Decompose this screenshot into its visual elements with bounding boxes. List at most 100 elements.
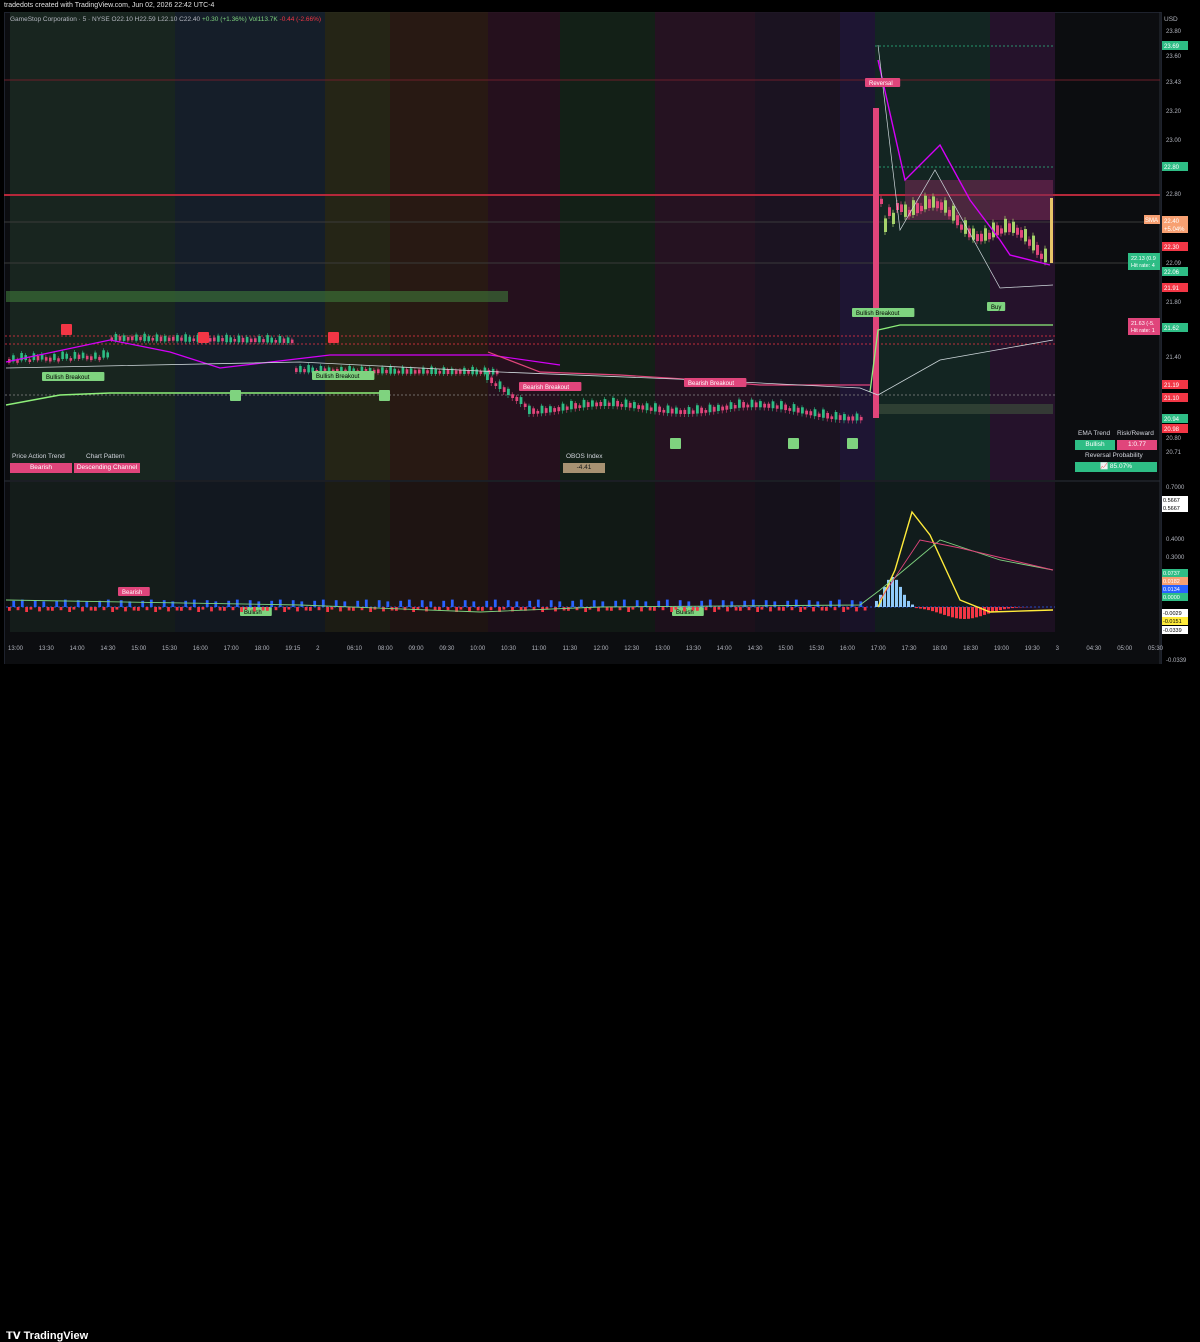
candle [704, 410, 707, 413]
candle [553, 408, 556, 412]
signal-marker-3[interactable] [230, 390, 241, 401]
time-tick: 16:00 [193, 646, 209, 652]
candle [238, 336, 241, 343]
osc-bar [614, 601, 617, 607]
osc-bar [275, 607, 278, 610]
osc-bar [507, 600, 510, 607]
candle [730, 402, 733, 409]
candle [402, 367, 405, 374]
osc-bar [666, 600, 669, 607]
signal-marker-2[interactable] [328, 332, 339, 343]
osc-bar [421, 600, 424, 607]
candle [270, 338, 273, 343]
reversal-probability-text: 85.07% [1110, 463, 1132, 470]
candle [1008, 223, 1011, 232]
price-target-line2: Hit rate: 1 [1131, 328, 1155, 334]
candle [944, 200, 947, 212]
time-tick: 2 [316, 646, 320, 652]
osc-bar [464, 600, 467, 607]
signal-marker-6[interactable] [788, 438, 799, 449]
pattern-label: Bullish [244, 610, 262, 616]
candle [381, 367, 384, 373]
osc-bar [485, 601, 488, 607]
osc-bar [60, 607, 63, 610]
osc-bar [296, 607, 299, 611]
session-band-6 [655, 12, 755, 480]
candle [524, 404, 527, 407]
price-tick: 23.43 [1166, 80, 1182, 86]
osc-bar [305, 607, 308, 611]
price-label: 21.19 [1164, 383, 1180, 389]
osc-bar [236, 600, 239, 607]
osc-bar [739, 607, 742, 611]
candle [1012, 222, 1015, 233]
candle [98, 357, 101, 360]
symbol-name[interactable]: GameStop Corporation · 5 · NYSE [10, 16, 110, 23]
candle [984, 228, 987, 240]
osc-bar [326, 607, 329, 612]
candle [225, 335, 228, 342]
pattern-label: Reversal [869, 81, 893, 87]
time-tick: 14:30 [747, 646, 763, 652]
osc-bar [17, 607, 20, 610]
osc-bar [270, 601, 273, 607]
osc-bar-late [943, 607, 946, 615]
osc-bar [756, 607, 759, 612]
osc-bar [567, 607, 570, 611]
pattern-label: Bullish Breakout [46, 375, 90, 381]
osc-bar [34, 600, 37, 607]
osc-bar [748, 607, 751, 610]
candle [221, 338, 224, 341]
candle [135, 335, 138, 341]
candle [683, 410, 686, 414]
time-tick: 06:10 [347, 646, 363, 652]
signal-marker-5[interactable] [670, 438, 681, 449]
osc-bar [653, 607, 656, 611]
price-label: 22.06 [1164, 270, 1180, 276]
osc-bar [735, 607, 738, 611]
osc-bar [847, 607, 850, 610]
osc-bar-late [967, 607, 970, 619]
time-tick: 18:00 [932, 646, 948, 652]
signal-marker-4[interactable] [379, 390, 390, 401]
candle [1000, 228, 1003, 233]
candle [595, 403, 598, 407]
time-tick: 12:00 [593, 646, 609, 652]
candle [29, 359, 32, 362]
candle [1040, 254, 1043, 259]
osc-bar [408, 600, 411, 607]
ema-trend-value: Bullish [1075, 440, 1115, 450]
osc-bar-late [907, 601, 910, 607]
candle [426, 370, 429, 373]
osc-bar [571, 601, 574, 607]
signal-marker-7[interactable] [847, 438, 858, 449]
oscillator-label: -0.0151 [1163, 619, 1182, 625]
time-tick: 11:00 [532, 646, 547, 652]
candle [608, 403, 611, 406]
candle [835, 412, 838, 420]
osc-bar [159, 607, 162, 610]
candle [90, 356, 93, 360]
candle [587, 402, 590, 407]
osc-bar-late [995, 607, 998, 611]
osc-bar [812, 607, 815, 611]
candle [776, 405, 779, 408]
osc-bar [253, 607, 256, 611]
signal-marker-0[interactable] [61, 324, 72, 335]
candle [494, 383, 497, 386]
candle [1044, 249, 1047, 263]
obos-header: OBOS Index [566, 453, 603, 460]
candle [793, 404, 796, 412]
price-chart-canvas[interactable]: Bullish BreakoutBullish BreakoutBearish … [0, 0, 1200, 683]
chart-pattern-header: Chart Pattern [86, 453, 125, 460]
price-label: 23.69 [1164, 44, 1180, 50]
candle [847, 417, 850, 421]
currency-label[interactable]: USD [1164, 16, 1178, 23]
candle [1016, 228, 1019, 235]
signal-marker-1[interactable] [198, 332, 209, 343]
candle [295, 368, 298, 372]
osc-bar [266, 607, 269, 611]
time-tick: 15:30 [162, 646, 178, 652]
tradingview-logo[interactable]: 𝗧𝗩TradingView [6, 1330, 88, 1342]
candle [696, 405, 699, 413]
